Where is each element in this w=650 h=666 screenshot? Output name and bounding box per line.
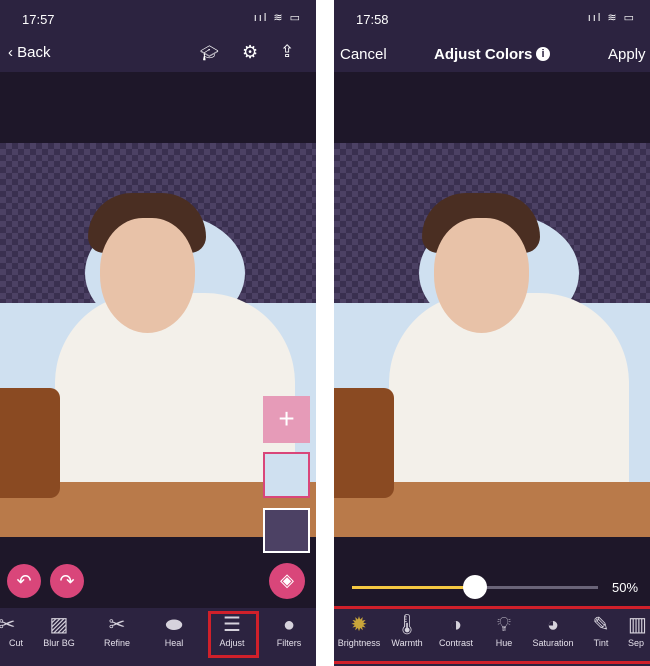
canvas-margin bbox=[334, 72, 650, 143]
radio bbox=[0, 388, 60, 498]
tool-label: Refine bbox=[103, 638, 130, 648]
tool-label: Cut bbox=[8, 638, 23, 648]
status-time: 17:57 bbox=[22, 12, 55, 27]
adjust-slider[interactable] bbox=[352, 575, 598, 599]
photo-canvas[interactable] bbox=[334, 143, 650, 537]
gear-icon[interactable]: ⚙ bbox=[242, 42, 258, 63]
share-icon[interactable]: ⇪ bbox=[280, 42, 294, 62]
editor-screen: 17:57 ııl ≋ ▭ ‹ Back 🎓︎ ⚙ ⇪ + ↶ ↷ ◈ ✂ Cut… bbox=[0, 0, 316, 666]
redo-icon: ↷ bbox=[59, 571, 75, 591]
page-title: Adjust Colors bbox=[434, 46, 533, 63]
radio bbox=[334, 388, 394, 498]
tool-label: Filters bbox=[276, 638, 302, 648]
tool-blur-bg[interactable]: ▨ Blur BG bbox=[34, 612, 84, 648]
nav-bar: ‹ Back 🎓︎ ⚙ ⇪ bbox=[0, 36, 316, 72]
blur-icon: ▨ bbox=[49, 614, 69, 636]
refine-icon: ✂ bbox=[108, 614, 126, 636]
nav-bar: Cancel Adjust Colors i Apply bbox=[334, 36, 650, 72]
status-icons: ııl ≋ ▭ bbox=[253, 12, 302, 24]
undo-icon: ↶ bbox=[16, 571, 32, 591]
slider-value: 50% bbox=[612, 580, 639, 595]
status-bar: 17:57 ııl ≋ ▭ bbox=[0, 0, 316, 36]
cancel-button[interactable]: Cancel bbox=[340, 46, 387, 63]
add-layer-button[interactable]: + bbox=[263, 396, 310, 443]
graduation-cap-icon[interactable]: 🎓︎ bbox=[200, 44, 219, 62]
tool-cut[interactable]: ✂ Cut bbox=[0, 612, 32, 648]
slider-fill bbox=[352, 586, 475, 589]
tool-bar: ✂ Cut ▨ Blur BG ✂ Refine ⬬ Heal ☰ Adjust ● Fil… bbox=[0, 608, 316, 666]
redo-button[interactable]: ↷ bbox=[50, 564, 84, 598]
slider-thumb[interactable] bbox=[463, 575, 487, 599]
status-bar: 17:58 ııl ≋ ▭ bbox=[334, 0, 650, 36]
adjust-colors-screen: 17:58 ııl ≋ ▭ Cancel Adjust Colors i App… bbox=[334, 0, 650, 666]
person-face bbox=[100, 218, 195, 333]
plus-icon: + bbox=[278, 403, 295, 434]
back-button[interactable]: ‹ Back bbox=[8, 44, 51, 61]
status-icons: ııl ≋ ▭ bbox=[587, 12, 636, 24]
scissors-icon: ✂ bbox=[0, 614, 16, 636]
chevron-left-icon: ‹ bbox=[8, 44, 18, 61]
highlight-box bbox=[208, 611, 259, 658]
layer-thumbnail[interactable] bbox=[263, 452, 310, 498]
apply-button[interactable]: Apply bbox=[608, 46, 646, 63]
tool-label: Blur BG bbox=[43, 638, 75, 648]
person-sweater bbox=[55, 293, 295, 513]
layers-icon: ◈ bbox=[280, 570, 294, 590]
bandage-icon: ⬬ bbox=[165, 614, 183, 636]
tool-filters[interactable]: ● Filters bbox=[264, 612, 314, 648]
highlight-box bbox=[334, 606, 650, 664]
tool-label: Heal bbox=[164, 638, 184, 648]
back-label: Back bbox=[17, 44, 51, 61]
tool-heal[interactable]: ⬬ Heal bbox=[149, 612, 199, 648]
empty-layer-thumbnail[interactable] bbox=[263, 508, 310, 553]
undo-button[interactable]: ↶ bbox=[7, 564, 41, 598]
status-time: 17:58 bbox=[356, 12, 389, 27]
info-icon[interactable]: i bbox=[536, 47, 550, 61]
canvas-margin bbox=[0, 72, 316, 143]
person-sweater bbox=[389, 293, 629, 513]
tool-refine[interactable]: ✂ Refine bbox=[92, 612, 142, 648]
filters-icon: ● bbox=[282, 614, 296, 636]
person-face bbox=[434, 218, 529, 333]
layers-button[interactable]: ◈ bbox=[269, 563, 305, 599]
